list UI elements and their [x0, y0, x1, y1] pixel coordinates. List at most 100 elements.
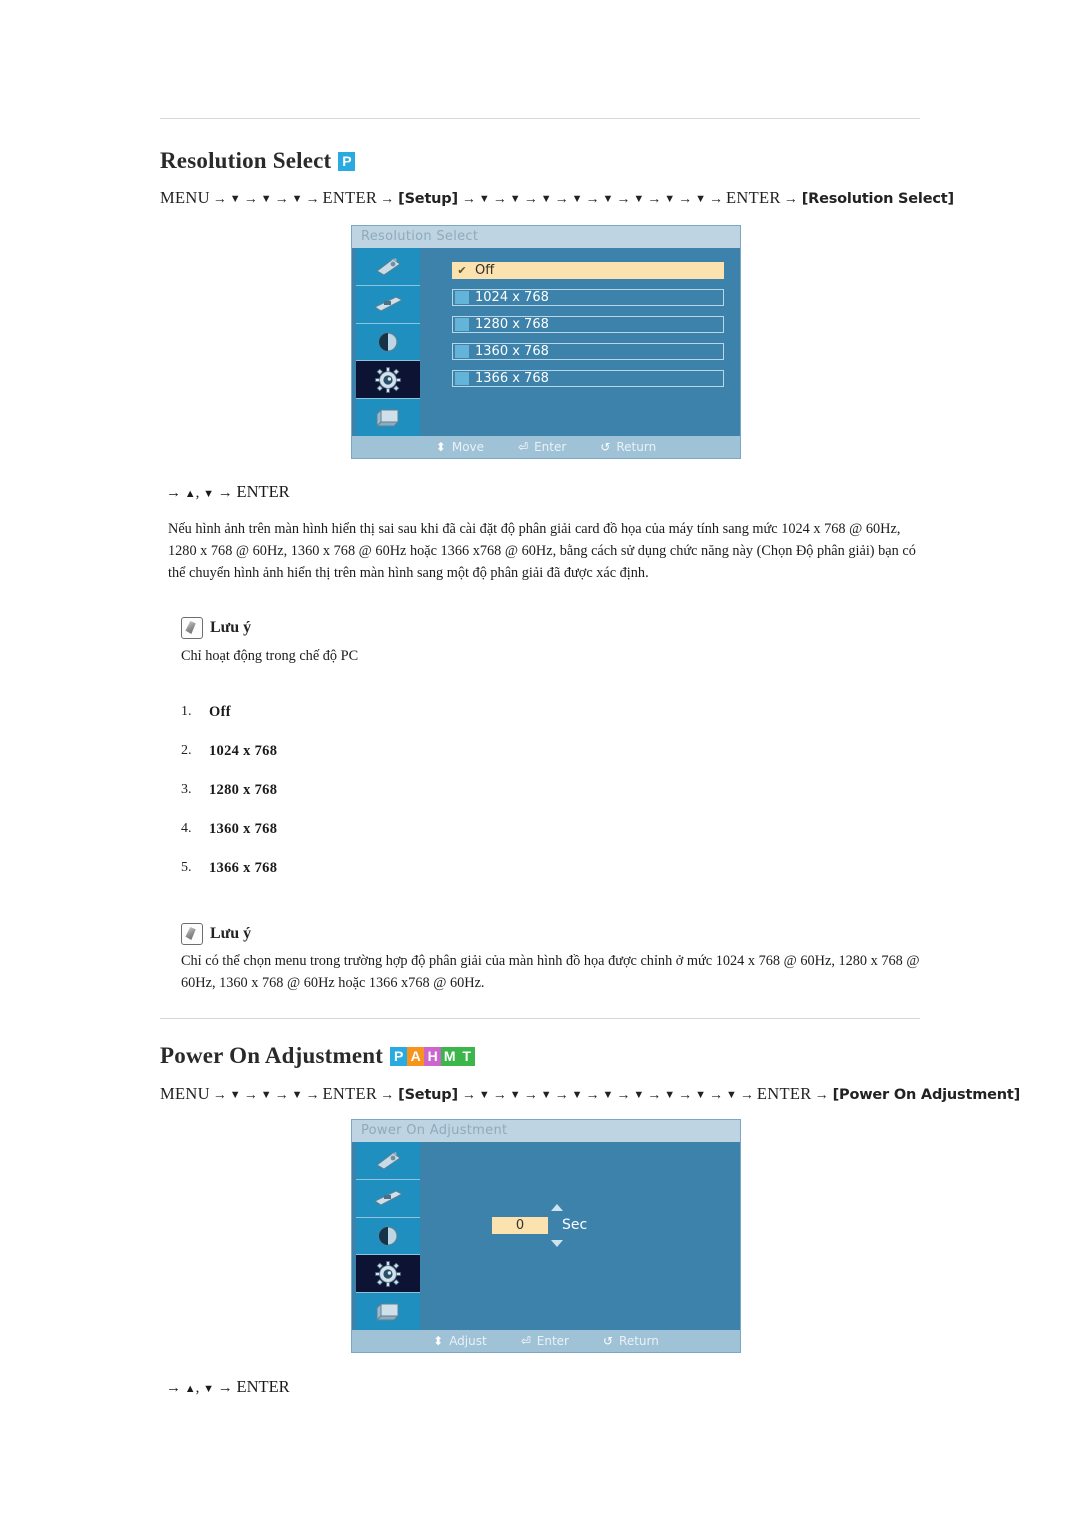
spinner-down-icon[interactable] — [551, 1240, 563, 1247]
footer-label: Move — [451, 440, 485, 454]
nav-down-icon: ▼ — [509, 193, 521, 205]
page-title: Power On Adjustment — [160, 1043, 384, 1068]
note-icon — [181, 617, 203, 639]
picture-icon[interactable] — [356, 248, 420, 286]
list-item: 1. Off — [181, 704, 601, 743]
setup-gear-icon-glyph — [375, 366, 401, 393]
nav-arrow-icon: → — [739, 1088, 754, 1103]
nav-arrow-icon: → — [274, 1088, 289, 1103]
option-row-1024[interactable]: 1024 x 768 — [452, 289, 724, 306]
enter-key-icon: ⏎ — [520, 1334, 531, 1348]
badge-t: T — [458, 1046, 476, 1066]
nav-arrow-icon: → — [783, 192, 798, 207]
page-title: Resolution Select — [160, 148, 332, 173]
small-nav-power-on: → ▲, ▼ → ENTER — [166, 1377, 290, 1397]
list-item: 5. 1366 x 768 — [181, 860, 601, 899]
multi-control-icon-glyph — [375, 1302, 400, 1321]
nav-comma: , — [195, 485, 200, 501]
list-index: 4. — [181, 821, 192, 836]
nav-up-icon: ▲ — [184, 1383, 196, 1395]
spinner-up-icon[interactable] — [551, 1204, 563, 1211]
enter-key-icon: ⏎ — [518, 440, 529, 454]
picture-icon[interactable] — [356, 1142, 420, 1180]
footer-enter[interactable]: ⏎ Enter — [518, 440, 566, 454]
option-label: 1280 x 768 — [475, 317, 549, 332]
resolution-option-list: 1. Off 2. 1024 x 768 3. 1280 x 768 4. 13… — [181, 704, 601, 899]
setup-gear-icon[interactable] — [356, 1255, 420, 1294]
nav-arrow-icon: → — [585, 1088, 600, 1103]
spinner-unit: Sec — [562, 1217, 588, 1233]
list-item: 3. 1280 x 768 — [181, 782, 601, 821]
note-label: Lưu ý — [210, 925, 252, 942]
nav-arrow-icon: → — [380, 1088, 395, 1103]
footer-move[interactable]: ⬍ Move — [436, 440, 484, 454]
nav-down-icon: ▼ — [664, 1089, 676, 1101]
nav-down-icon: ▼ — [695, 193, 707, 205]
mode-badges-power-on: P A H M T — [390, 1046, 476, 1066]
nav-setup-token: [Setup] — [398, 191, 458, 207]
nav-target-token: [Resolution Select] — [801, 191, 954, 207]
option-row-off[interactable]: ✔ Off — [452, 262, 724, 279]
osd-sidebar — [356, 1142, 420, 1330]
multi-control-icon[interactable] — [356, 399, 420, 436]
osd-screenshot-resolution-select: Resolution Select ✔ Off 1024 x 768 1280 … — [352, 226, 740, 458]
nav-enter-label: ENTER — [726, 188, 781, 207]
nav-arrow-icon: → — [461, 1088, 476, 1103]
list-index: 1. — [181, 704, 192, 719]
footer-return[interactable]: ↺ Return — [603, 1334, 659, 1348]
picture-icon-glyph — [376, 1152, 401, 1170]
option-label: 1360 x 768 — [475, 344, 549, 359]
footer-return[interactable]: ↺ Return — [600, 440, 656, 454]
option-marker — [455, 345, 469, 358]
option-marker — [455, 372, 469, 385]
option-row-1360[interactable]: 1360 x 768 — [452, 343, 724, 360]
badge-p: P — [390, 1046, 408, 1066]
small-nav-resolution: → ▲, ▼ → ENTER — [166, 482, 290, 502]
osd-title: Resolution Select — [352, 226, 740, 248]
nav-down-icon: ▼ — [229, 1089, 241, 1101]
option-marker — [455, 318, 469, 331]
list-value: 1366 x 768 — [209, 860, 278, 876]
setup-gear-icon[interactable] — [356, 361, 420, 400]
spinner-value[interactable]: 0 — [492, 1217, 548, 1234]
note-body-2: Chỉ có thể chọn menu trong trường hợp độ… — [181, 953, 920, 991]
nav-down-icon: ▼ — [540, 193, 552, 205]
contrast-icon[interactable] — [356, 1217, 420, 1256]
nav-down-icon: ▼ — [540, 1089, 552, 1101]
option-row-1280[interactable]: 1280 x 768 — [452, 316, 724, 333]
badge-a: A — [407, 1046, 425, 1066]
list-index: 2. — [181, 743, 192, 758]
power-on-spinner[interactable]: 0 Sec — [492, 1204, 622, 1247]
section-heading-resolution-select: Resolution Select P — [160, 148, 356, 174]
list-index: 3. — [181, 782, 192, 797]
nav-arrow-icon: → — [616, 192, 631, 207]
list-value: 1280 x 768 — [209, 782, 278, 798]
footer-adjust[interactable]: ⬍ Adjust — [433, 1334, 487, 1348]
nav-down-icon: ▼ — [509, 1089, 521, 1101]
adjust-updown-icon: ⬍ — [433, 1334, 444, 1348]
multi-control-icon[interactable] — [356, 1293, 420, 1330]
nav-arrow-icon: → — [647, 192, 662, 207]
nav-down-icon: ▼ — [203, 488, 215, 500]
footer-enter[interactable]: ⏎ Enter — [521, 1334, 569, 1348]
return-arrow-icon: ↺ — [602, 1334, 614, 1348]
list-value: 1360 x 768 — [209, 821, 278, 837]
nav-enter-label: ENTER — [756, 1084, 812, 1103]
osd-footer-power-on: ⬍ Adjust ⏎ Enter ↺ Return — [352, 1330, 740, 1352]
nav-down-icon: ▼ — [229, 193, 241, 205]
badge-h: H — [424, 1046, 442, 1066]
nav-arrow-icon: → — [554, 1088, 569, 1103]
nav-arrow-icon: → — [243, 192, 258, 207]
contrast-icon[interactable] — [356, 323, 420, 362]
nav-down-icon: ▼ — [478, 193, 490, 205]
display-icon[interactable] — [356, 1179, 420, 1218]
nav-arrow-icon: → — [305, 1088, 320, 1103]
nav-arrow-icon: → — [492, 192, 507, 207]
nav-arrow-icon: → — [523, 1088, 538, 1103]
nav-enter-label: ENTER — [236, 1377, 290, 1396]
check-icon: ✔ — [457, 264, 467, 277]
option-row-1366[interactable]: 1366 x 768 — [452, 370, 724, 387]
nav-down-icon: ▼ — [203, 1383, 215, 1395]
display-icon[interactable] — [356, 285, 420, 324]
list-item: 4. 1360 x 768 — [181, 821, 601, 860]
